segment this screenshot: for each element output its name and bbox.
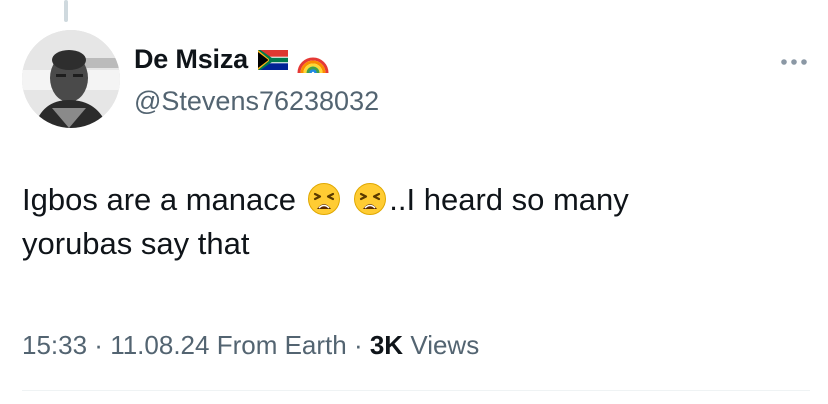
tweet-text-part: Igbos are a manace xyxy=(22,182,297,217)
divider xyxy=(22,390,810,391)
tired-face-emoji-icon xyxy=(354,183,387,215)
display-name[interactable]: De Msiza xyxy=(134,44,248,75)
avatar[interactable] xyxy=(22,30,120,128)
thread-connector-line xyxy=(64,0,68,22)
views-label[interactable]: Views xyxy=(410,330,479,360)
views-count[interactable]: 3K xyxy=(370,330,403,360)
tired-face-emoji-icon xyxy=(307,183,340,215)
tweet-text-part: yorubas say that xyxy=(22,226,250,261)
tweet-text: Igbos are a manace ..I heard so many yor… xyxy=(22,178,802,266)
tweet-meta: 15:33 · 11.08.24 From Earth · 3K Views xyxy=(22,330,479,361)
tweet-text-part: ..I heard so many xyxy=(389,182,629,217)
more-options-icon[interactable] xyxy=(780,58,808,66)
meta-separator: · xyxy=(87,330,111,360)
tweet-header: De Msiza @Stevens76238032 xyxy=(22,30,812,130)
meta-separator: · xyxy=(346,330,370,360)
tweet-date[interactable]: 11.08.24 xyxy=(110,330,209,360)
south-africa-flag-icon xyxy=(257,49,288,70)
avatar-photo xyxy=(22,30,120,128)
tweet-source: From Earth xyxy=(216,330,347,360)
tweet-time[interactable]: 15:33 xyxy=(22,330,87,360)
rainbow-icon xyxy=(297,57,329,73)
user-handle[interactable]: @Stevens76238032 xyxy=(134,86,379,117)
display-name-row: De Msiza xyxy=(134,44,330,75)
